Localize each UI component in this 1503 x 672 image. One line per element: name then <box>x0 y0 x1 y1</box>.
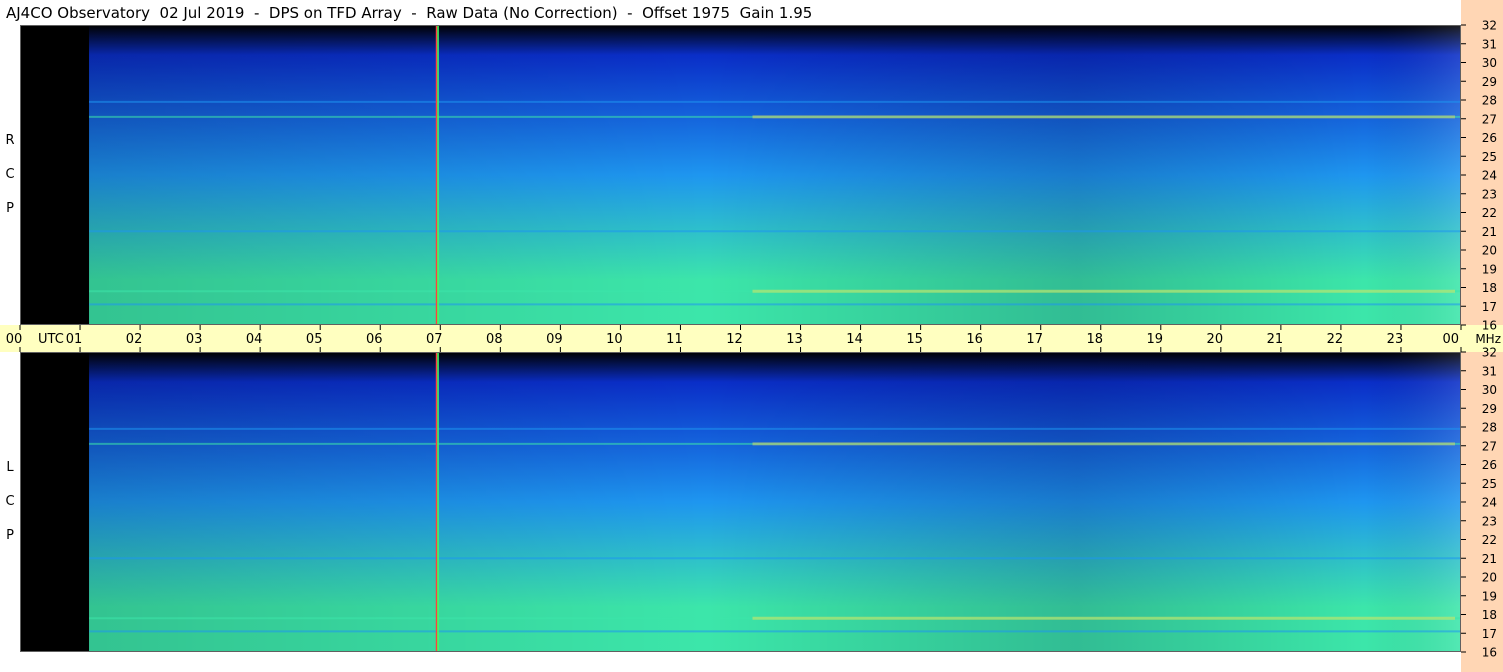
lcp-rfi-line-green <box>437 352 439 652</box>
y-tick-label: 29 <box>1482 402 1497 416</box>
y-tick-label: 27 <box>1482 439 1497 453</box>
rcp-band-peak <box>752 115 1455 119</box>
y-tick-label: 18 <box>1482 281 1497 295</box>
x-tick-label: 10 <box>606 332 623 347</box>
y-tick-label: 24 <box>1482 496 1497 510</box>
x-tick-label: 18 <box>1086 332 1103 347</box>
rcp-diurnal-shading <box>89 25 1461 325</box>
x-tick-label: 05 <box>306 332 323 347</box>
rcp-band-line <box>89 100 1461 103</box>
x-tick-label: 14 <box>846 332 863 347</box>
x-tick-label: 11 <box>666 332 683 347</box>
y-tick-label: 27 <box>1482 112 1497 126</box>
lcp-spectrogram <box>20 352 1461 652</box>
x-tick-label: 12 <box>726 332 743 347</box>
x-tick-label: 20 <box>1207 332 1224 347</box>
y-tick-label: 23 <box>1482 514 1497 528</box>
y-tick-label: 17 <box>1482 627 1497 641</box>
x-tick-label: 17 <box>1026 332 1043 347</box>
y-tick-label: 21 <box>1482 552 1497 566</box>
y-tick-label: 17 <box>1482 300 1497 314</box>
x-tick-label: 04 <box>246 332 263 347</box>
y-tick-label: 18 <box>1482 608 1497 622</box>
y-tick-label: 21 <box>1482 225 1497 239</box>
x-tick-label: 23 <box>1387 332 1404 347</box>
lcp-band-line <box>89 630 1461 633</box>
y-tick-label: 20 <box>1482 244 1497 258</box>
x-tick-label: 13 <box>786 332 803 347</box>
x-tick-label: 07 <box>426 332 443 347</box>
x-tick-label: 15 <box>906 332 923 347</box>
x-axis-unit-label: UTC <box>38 332 64 347</box>
rcp-rfi-line-green <box>437 25 439 325</box>
y-tick-label: 19 <box>1482 262 1497 276</box>
y-tick-label: 29 <box>1482 75 1497 89</box>
x-tick-label: 06 <box>366 332 383 347</box>
x-tick-label: 21 <box>1267 332 1284 347</box>
y-tick-label: 30 <box>1482 56 1497 70</box>
y-tick-label: 20 <box>1482 571 1497 585</box>
rcp-spectrogram <box>20 25 1461 325</box>
lcp-band-line <box>89 427 1461 430</box>
x-tick-label: 01 <box>66 332 83 347</box>
rcp-band-line <box>89 230 1461 233</box>
x-tick-label: 16 <box>966 332 983 347</box>
x-tick-label: 22 <box>1327 332 1344 347</box>
x-tick-label: 03 <box>186 332 203 347</box>
spectrogram-chart: 00 01 02 03 04 05 06 07 08 09 10 11 12 13 14 15 16 17 18 19… <box>0 0 1503 672</box>
x-tick-label: 19 <box>1147 332 1164 347</box>
x-tick-label: 00 <box>6 332 23 347</box>
rcp-band-peak <box>752 289 1455 293</box>
y-tick-label: 32 <box>1482 346 1497 360</box>
y-tick-label: 26 <box>1482 458 1497 472</box>
y-tick-label: 28 <box>1482 94 1497 108</box>
y-tick-label: 28 <box>1482 421 1497 435</box>
rcp-band-line <box>89 303 1461 306</box>
y-tick-label: 25 <box>1482 477 1497 491</box>
lcp-rfi-line-red <box>435 352 438 652</box>
y-tick-label: 16 <box>1482 646 1497 660</box>
y-tick-label: 22 <box>1482 206 1497 220</box>
rcp-rfi-line-red <box>435 25 438 325</box>
y-tick-label: 30 <box>1482 383 1497 397</box>
x-tick-label: 09 <box>546 332 563 347</box>
lcp-diurnal-shading <box>89 352 1461 652</box>
y-tick-label: 19 <box>1482 589 1497 603</box>
x-tick-label: 08 <box>486 332 503 347</box>
y-tick-label: 23 <box>1482 187 1497 201</box>
x-tick-label: 02 <box>126 332 143 347</box>
y-tick-label: 25 <box>1482 150 1497 164</box>
y-tick-label: 31 <box>1482 37 1497 51</box>
y-tick-label: 22 <box>1482 533 1497 547</box>
y-tick-label: 32 <box>1482 19 1497 33</box>
y-tick-label: 31 <box>1482 364 1497 378</box>
lcp-band-peak <box>752 442 1455 446</box>
y-tick-label: 26 <box>1482 131 1497 145</box>
lcp-band-line <box>89 557 1461 560</box>
y-axis-unit-label: MHz <box>1475 332 1501 346</box>
lcp-band-peak <box>752 616 1455 620</box>
x-tick-label: 00 <box>1442 332 1459 347</box>
y-tick-label: 24 <box>1482 169 1497 183</box>
y-tick-label: 16 <box>1482 319 1497 333</box>
